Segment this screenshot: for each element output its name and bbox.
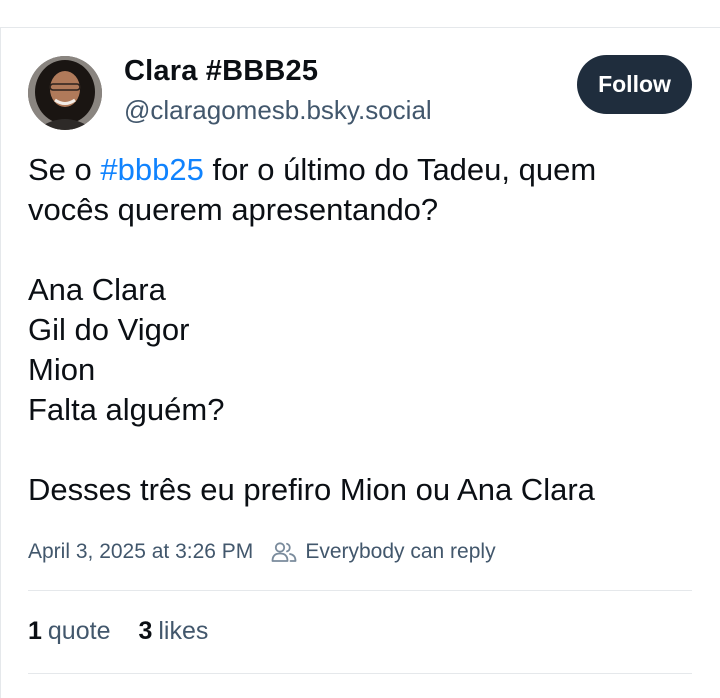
post-line: Gil do Vigor — [28, 312, 190, 347]
post-line: Ana Clara — [28, 272, 166, 307]
quotes-stat[interactable]: 1 quote — [28, 617, 110, 646]
avatar[interactable] — [28, 56, 102, 130]
post-text-segment: Se o — [28, 152, 101, 187]
likes-count: 3 — [138, 617, 153, 645]
post-stats: 1 quote 3 likes — [28, 617, 236, 646]
divider — [28, 673, 692, 674]
likes-label: likes — [158, 617, 209, 645]
quotes-label: quote — [47, 617, 111, 645]
post-text-segment: for o último do Tadeu, quem — [203, 152, 597, 187]
likes-stat[interactable]: 3 likes — [138, 617, 208, 646]
author-handle[interactable]: @claragomesb.bsky.social — [124, 95, 432, 126]
post-line: Se o #bbb25 for o último do Tadeu, quem — [28, 150, 698, 190]
top-divider — [0, 27, 720, 28]
reply-setting-label: Everybody can reply — [305, 540, 496, 563]
follow-button[interactable]: Follow — [577, 55, 692, 114]
author-display-name[interactable]: Clara #BBB25 — [124, 55, 318, 88]
divider — [28, 590, 692, 591]
left-border — [0, 27, 1, 698]
post-meta: April 3, 2025 at 3:26 PM Everybody can r… — [28, 537, 496, 567]
avatar-image — [28, 56, 102, 130]
post-line: Mion — [28, 352, 96, 387]
post-line: Desses três eu prefiro Mion ou Ana Clara — [28, 472, 595, 507]
post-thread-view: Clara #BBB25 @claragomesb.bsky.social Fo… — [0, 0, 720, 698]
post-text: Se o #bbb25 for o último do Tadeu, quem … — [28, 150, 698, 510]
reply-setting[interactable]: Everybody can reply — [271, 540, 496, 564]
quotes-count: 1 — [28, 617, 42, 645]
people-icon — [271, 542, 297, 562]
post-timestamp[interactable]: April 3, 2025 at 3:26 PM — [28, 540, 253, 564]
hashtag-link[interactable]: #bbb25 — [100, 152, 203, 187]
post-line: Falta alguém? — [28, 392, 225, 427]
post-line: vocês querem apresentando? — [28, 192, 439, 227]
